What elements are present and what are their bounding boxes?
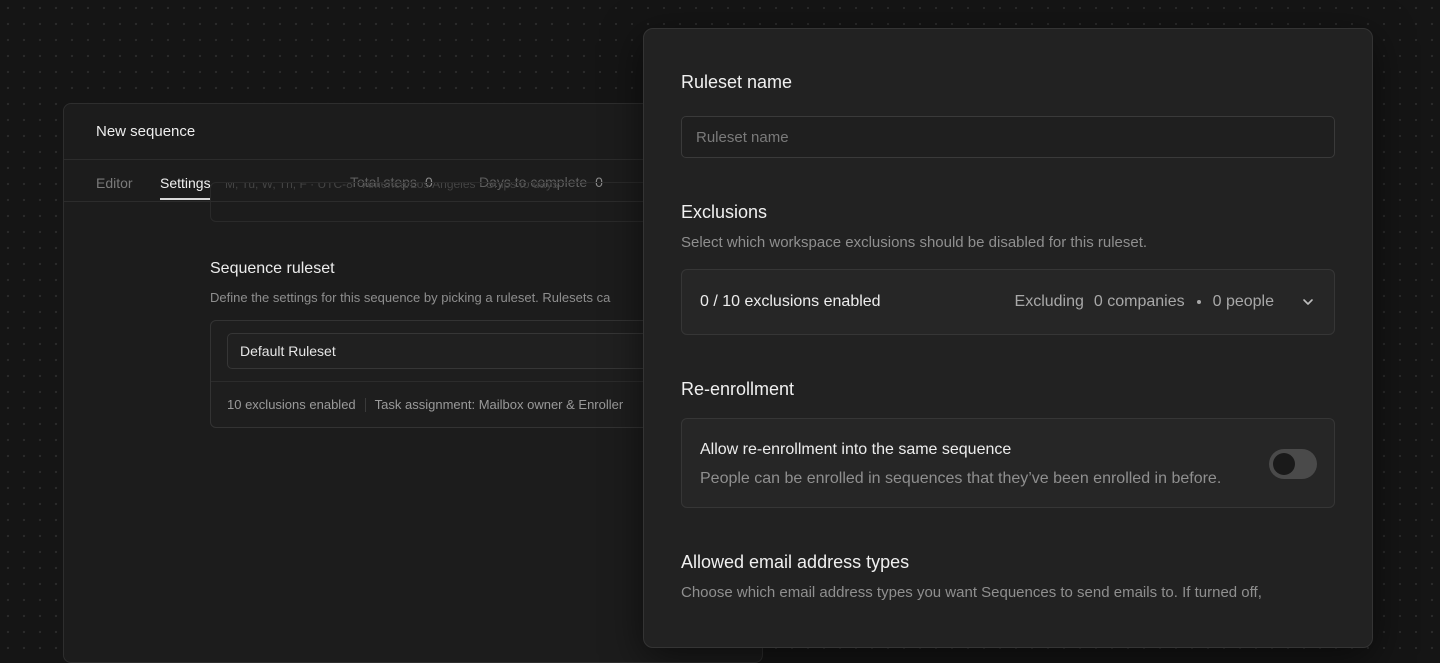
schedule-card-text: M, Tu, W, Th, F · UTC-8 · America/Los An… [225,182,559,191]
tab-settings[interactable]: Settings [160,175,211,200]
reenrollment-option-title: Allow re-enrollment into the same sequen… [700,441,1012,458]
window-title: New sequence [96,123,196,140]
email-types-title: Allowed email address types [681,552,910,572]
excluding-label: Excluding [1014,293,1084,310]
excluded-people: 0 people [1212,293,1274,310]
exclusions-description: Select which workspace exclusions should… [681,234,1148,251]
exclusions-counts: Excluding 0 companies 0 people [1015,293,1316,311]
reenrollment-title: Re-enrollment [681,379,795,399]
sequence-ruleset-description: Define the settings for this sequence by… [210,290,611,305]
sequence-ruleset-title: Sequence ruleset [210,260,335,277]
exclusions-title: Exclusions [681,202,768,222]
meta-exclusions: 10 exclusions enabled [227,397,356,412]
meta-task-assignment: Task assignment: Mailbox owner & Enrolle… [374,397,624,412]
toggle-knob [1273,453,1295,475]
excluded-companies: 0 companies [1093,293,1185,310]
ruleset-name-input[interactable] [681,116,1335,158]
reenrollment-toggle[interactable] [1269,449,1317,479]
ruleset-name-title: Ruleset name [681,72,793,92]
ruleset-meta: 10 exclusions enabled Task assignment: M… [227,397,623,412]
bullet-separator [1196,300,1201,304]
chevron-down-icon [1300,294,1316,310]
reenrollment-option-description: People can be enrolled in sequences that… [700,470,1222,487]
reenrollment-option: Allow re-enrollment into the same sequen… [681,418,1335,508]
tab-editor[interactable]: Editor [96,175,133,191]
meta-separator [364,397,366,412]
exclusions-summary: 0 / 10 exclusions enabled [700,293,881,310]
exclusions-dropdown[interactable]: 0 / 10 exclusions enabled Excluding 0 co… [681,269,1335,335]
ruleset-panel: Ruleset name Exclusions Select which wor… [643,28,1373,648]
email-types-description: Choose which email address types you wan… [681,584,1262,601]
ruleset-select-value: Default Ruleset [240,343,336,359]
